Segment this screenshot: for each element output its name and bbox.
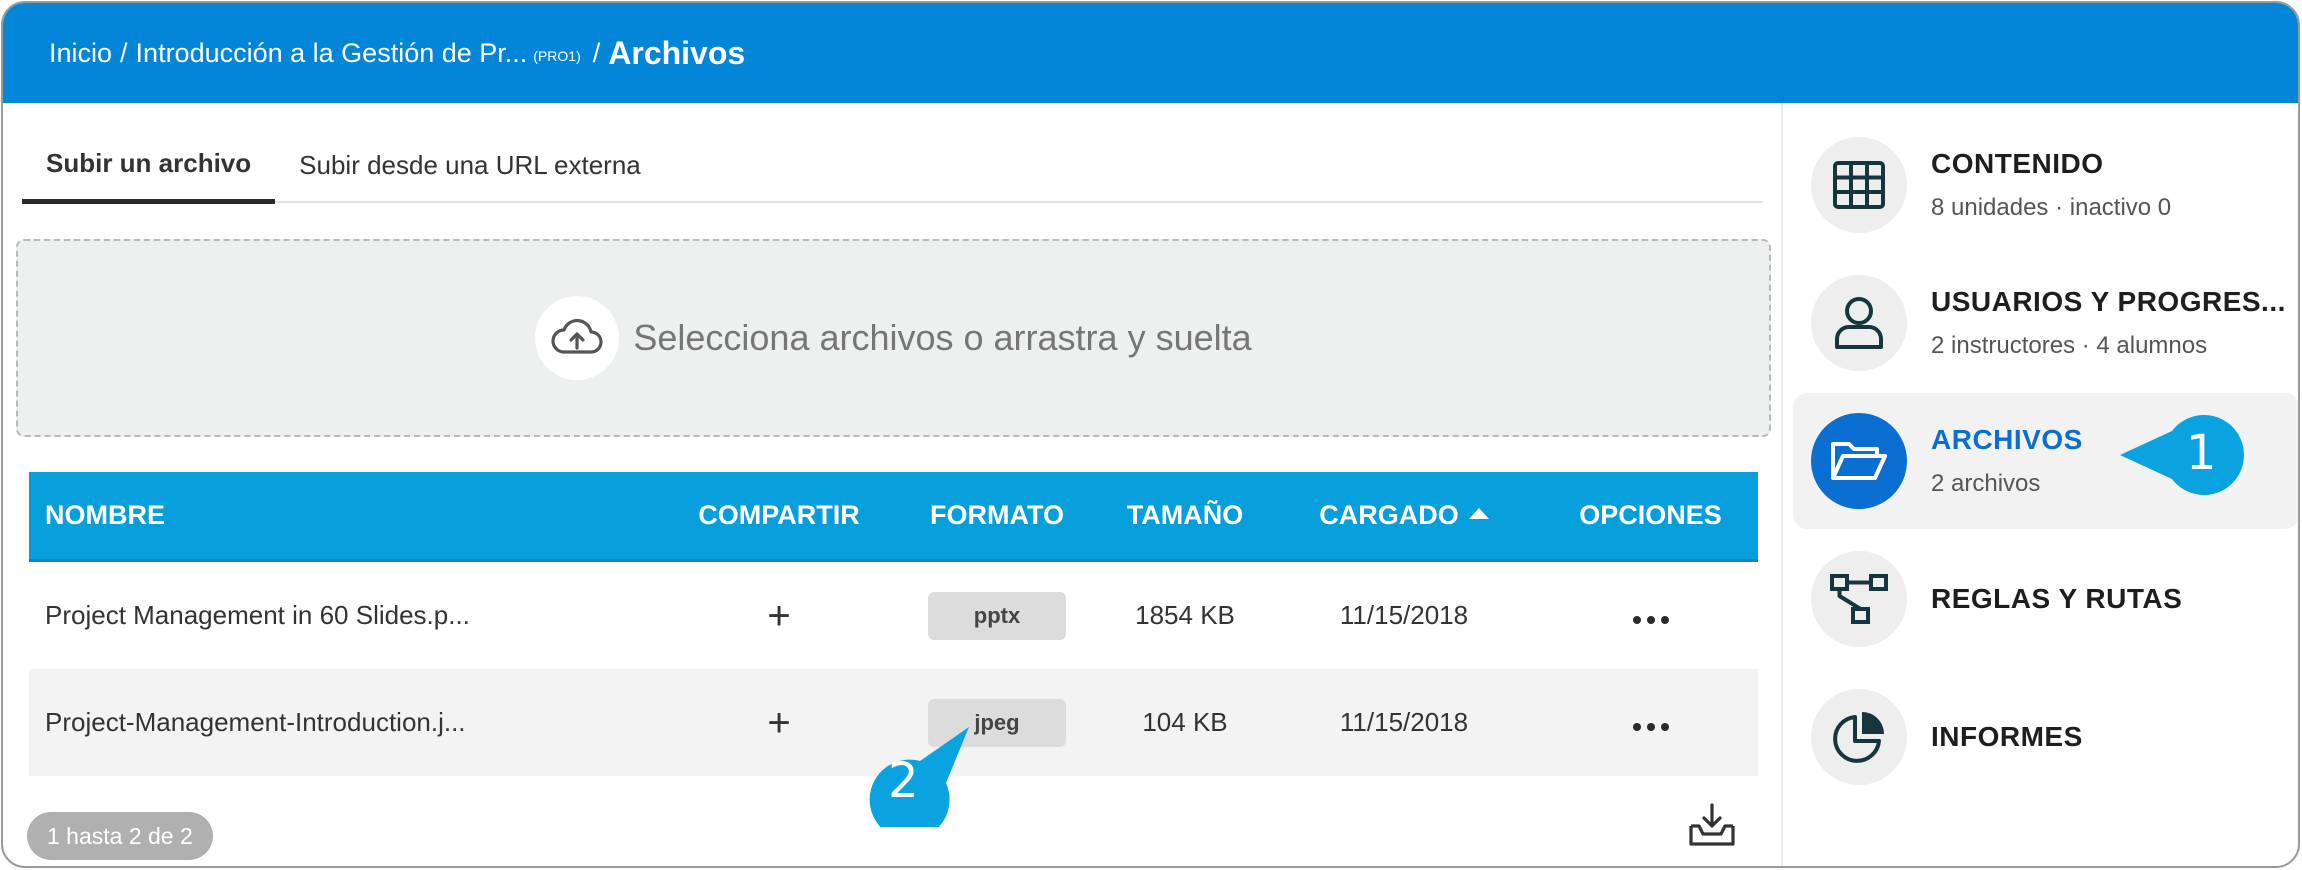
pie-chart-icon	[1811, 689, 1907, 785]
upload-tabs: Subir un archivo Subir desde una URL ext…	[22, 127, 1763, 204]
breadcrumb-separator: /	[592, 37, 601, 68]
user-icon	[1811, 275, 1907, 371]
dropzone-label: Selecciona archivos o arrastra y suelta	[633, 317, 1252, 358]
sort-ascending-icon	[1468, 508, 1489, 519]
more-options-icon[interactable]	[1632, 616, 1669, 624]
sidebar-divider	[1781, 103, 1783, 866]
folder-open-icon	[1811, 413, 1907, 509]
sidebar-item-usuarios[interactable]: USUARIOS Y PROGRES... 2 instructores · 4…	[1793, 255, 2298, 391]
share-plus-icon[interactable]: +	[767, 701, 790, 745]
column-header-format[interactable]: FORMATO	[889, 500, 1105, 531]
file-uploaded-date: 11/15/2018	[1339, 707, 1469, 737]
file-uploaded-date: 11/15/2018	[1339, 600, 1469, 630]
sidebar-item-reglas[interactable]: REGLAS Y RUTAS	[1793, 531, 2298, 667]
sidebar-item-title: USUARIOS Y PROGRES...	[1931, 286, 2286, 317]
breadcrumb-home[interactable]: Inicio	[49, 38, 112, 69]
callout-number-2: 2	[888, 753, 919, 809]
pagination-info: 1 hasta 2 de 2	[27, 812, 213, 860]
breadcrumb-separator: /	[120, 37, 128, 68]
breadcrumb-course[interactable]: Introducción a la Gestión de Pr...	[136, 38, 528, 69]
column-header-size[interactable]: TAMAÑO	[1105, 500, 1265, 531]
grid-icon	[1811, 137, 1907, 233]
tab-upload-file[interactable]: Subir un archivo	[22, 127, 276, 204]
sidebar-item-subtitle: 2 archivos	[1931, 470, 2041, 497]
callout-marker-2	[869, 727, 969, 827]
table-header: NOMBRE COMPARTIR FORMATO TAMAÑO CARGADO …	[29, 472, 1758, 562]
file-name[interactable]: Project Management in 60 Slides.p...	[29, 600, 669, 631]
file-size: 1854 KB	[1135, 600, 1235, 630]
sidebar-item-subtitle: 8 unidades · inactivo 0	[1931, 194, 2172, 221]
callout-marker-1	[2120, 415, 2244, 495]
download-icon[interactable]	[1687, 802, 1737, 848]
sidebar-item-subtitle: 2 instructores · 4 alumnos	[1931, 332, 2208, 359]
sidebar-item-title: REGLAS Y RUTAS	[1931, 583, 2183, 614]
column-header-name[interactable]: NOMBRE	[29, 500, 669, 531]
file-dropzone[interactable]: Selecciona archivos o arrastra y suelta	[16, 239, 1771, 437]
flow-icon	[1811, 551, 1907, 647]
column-header-options: OPCIONES	[1579, 500, 1722, 530]
column-header-uploaded[interactable]: CARGADO	[1265, 500, 1543, 531]
share-plus-icon[interactable]: +	[767, 594, 790, 638]
sidebar-item-title: ARCHIVOS	[1931, 424, 2083, 455]
callout-number-1: 1	[2186, 425, 2217, 481]
sidebar-item-title: CONTENIDO	[1931, 148, 2104, 179]
column-header-uploaded-label: CARGADO	[1319, 500, 1459, 530]
breadcrumb-course-code: (PRO1)	[533, 48, 581, 64]
sidebar-item-contenido[interactable]: CONTENIDO 8 unidades · inactivo 0	[1793, 117, 2298, 253]
app-window: Inicio / Introducción a la Gestión de Pr…	[1, 1, 2300, 868]
column-header-share: COMPARTIR	[698, 500, 860, 530]
cloud-upload-icon	[535, 296, 620, 380]
sidebar-item-informes[interactable]: INFORMES	[1793, 669, 2298, 805]
file-name[interactable]: Project-Management-Introduction.j...	[29, 707, 669, 738]
file-size: 104 KB	[1142, 707, 1228, 737]
sidebar-item-title: INFORMES	[1931, 721, 2083, 752]
page-title: Archivos	[608, 34, 746, 71]
breadcrumb: Inicio / Introducción a la Gestión de Pr…	[3, 3, 2298, 103]
format-badge: pptx	[928, 591, 1066, 640]
tab-upload-url[interactable]: Subir desde una URL externa	[275, 127, 665, 203]
table-row: Project Management in 60 Slides.p... + p…	[29, 562, 1758, 669]
more-options-icon[interactable]	[1632, 723, 1669, 731]
